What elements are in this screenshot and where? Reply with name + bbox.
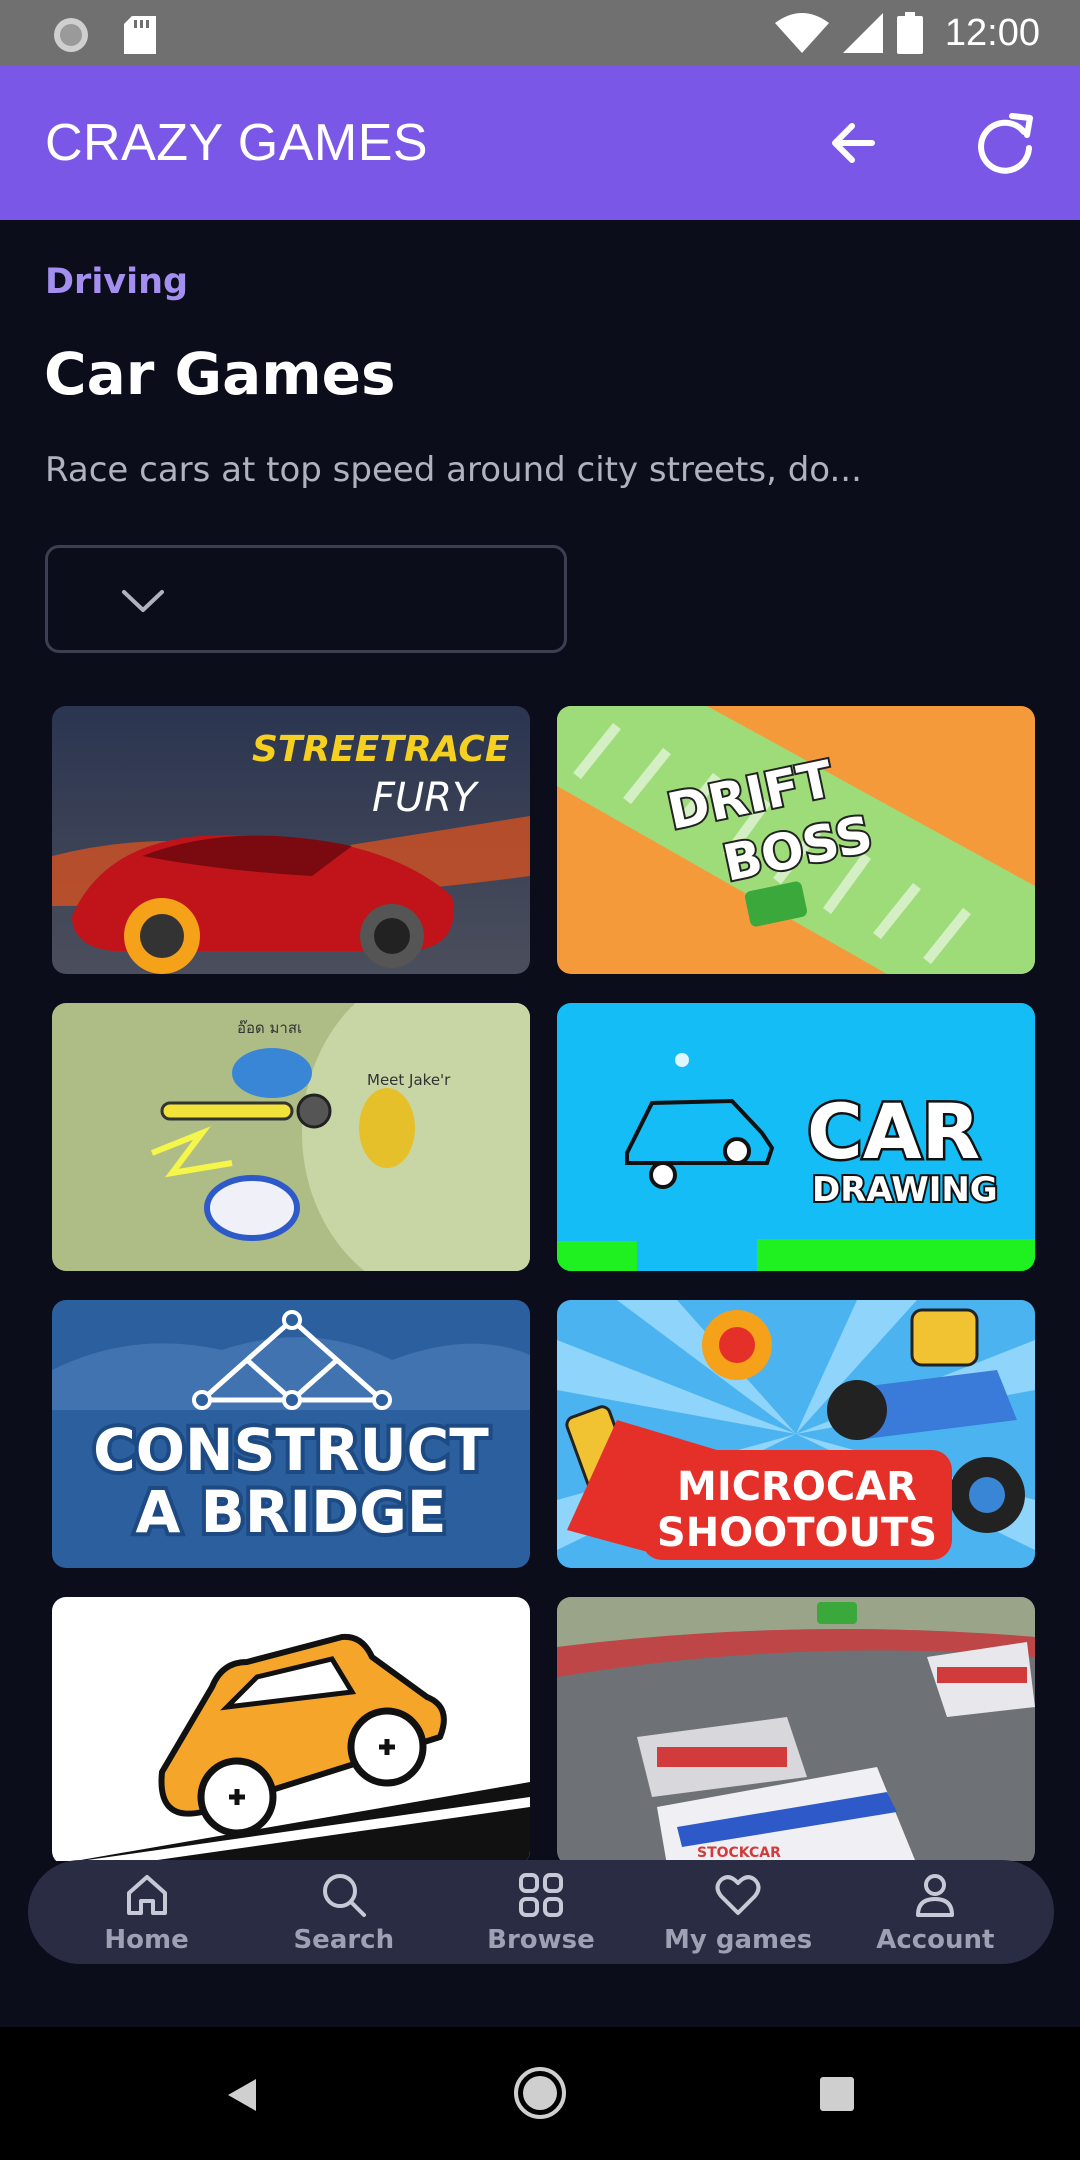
bottom-nav: Home Search Browse My games Account bbox=[28, 1860, 1054, 1964]
nav-account[interactable]: Account bbox=[840, 1869, 1030, 1955]
drawing-art-text: DRAWING bbox=[812, 1170, 998, 1210]
chevron-down-icon bbox=[122, 590, 164, 612]
a-bridge-art-text: A BRIDGE bbox=[136, 1478, 447, 1546]
person-icon bbox=[916, 1874, 955, 1917]
refresh-button[interactable] bbox=[970, 110, 1040, 176]
heart-icon bbox=[715, 1875, 761, 1915]
system-back-icon[interactable] bbox=[222, 2075, 262, 2115]
player-name-1: อ๊อด มาสเ bbox=[237, 1019, 302, 1037]
game-thumbnail bbox=[52, 1597, 530, 1861]
game-tile-car-drawing[interactable]: CAR DRAWING bbox=[557, 1003, 1035, 1271]
arrow-back-icon bbox=[832, 123, 875, 163]
game-thumbnail: STOCKCAR bbox=[557, 1597, 1035, 1861]
game-tile-racing-cars[interactable]: STOCKCAR bbox=[557, 1597, 1035, 1861]
player-name-2: Meet Jake'r bbox=[367, 1071, 451, 1089]
fury-art-text: FURY bbox=[372, 775, 480, 821]
game-tile-streetrace-fury[interactable]: STREETRACE FURY bbox=[52, 706, 530, 974]
back-button[interactable] bbox=[820, 110, 886, 176]
sync-icon bbox=[54, 18, 88, 52]
nav-search[interactable]: Search bbox=[249, 1869, 439, 1955]
signal-icon bbox=[842, 13, 883, 53]
system-home-icon[interactable] bbox=[512, 2065, 568, 2121]
category-description: Race cars at top speed around city stree… bbox=[45, 450, 862, 490]
page-title: Car Games bbox=[44, 340, 396, 408]
grid-icon bbox=[518, 1873, 563, 1917]
game-tile-draw-car[interactable] bbox=[52, 1597, 530, 1861]
nav-home-label: Home bbox=[104, 1925, 189, 1955]
game-thumbnail: CAR DRAWING bbox=[557, 1003, 1035, 1271]
category-link[interactable]: Driving bbox=[45, 262, 188, 302]
system-recents-icon[interactable] bbox=[818, 2075, 856, 2113]
game-thumbnail: MICROCAR SHOOTOUTS bbox=[557, 1300, 1035, 1568]
nav-home[interactable]: Home bbox=[52, 1869, 242, 1955]
nav-browse-label: Browse bbox=[487, 1925, 595, 1955]
game-tile-drift-boss[interactable]: DRIFT BOSS bbox=[557, 706, 1035, 974]
battery-icon bbox=[896, 12, 923, 54]
streetrace-art-text: STREETRACE bbox=[252, 729, 510, 770]
app-bar: CRAZY GAMES bbox=[0, 66, 1080, 220]
home-icon bbox=[126, 1875, 167, 1915]
wifi-icon bbox=[774, 13, 829, 53]
game-tile-bumper-cars[interactable]: อ๊อด มาสเ Meet Jake'r bbox=[52, 1003, 530, 1271]
game-thumbnail: CONSTRUCT A BRIDGE bbox=[52, 1300, 530, 1568]
microcar-art-text: MICROCAR bbox=[677, 1464, 917, 1510]
refresh-icon bbox=[978, 113, 1033, 174]
games-grid: STREETRACE FURY DRIFT BOSS อ๊อด มาสเ Mee… bbox=[52, 706, 1035, 1861]
nav-my-games[interactable]: My games bbox=[643, 1869, 833, 1955]
system-nav-bar bbox=[0, 2027, 1080, 2160]
construct-art-text: CONSTRUCT bbox=[93, 1416, 489, 1484]
game-tile-construct-a-bridge[interactable]: CONSTRUCT A BRIDGE bbox=[52, 1300, 530, 1568]
game-thumbnail: อ๊อด มาสเ Meet Jake'r bbox=[52, 1003, 530, 1271]
sort-dropdown[interactable] bbox=[45, 545, 567, 653]
game-thumbnail: STREETRACE FURY bbox=[52, 706, 530, 974]
sd-card-icon bbox=[124, 16, 156, 54]
car-art-text: CAR bbox=[807, 1087, 980, 1176]
nav-browse[interactable]: Browse bbox=[446, 1869, 636, 1955]
status-time: 12:00 bbox=[944, 11, 1040, 54]
status-bar: 12:00 bbox=[0, 0, 1080, 66]
nav-my-games-label: My games bbox=[664, 1925, 813, 1955]
search-icon bbox=[322, 1874, 366, 1917]
stockcar-art-text: STOCKCAR bbox=[697, 1845, 781, 1861]
app-title: CRAZY GAMES bbox=[45, 114, 429, 172]
game-tile-microcar-shootouts[interactable]: MICROCAR SHOOTOUTS bbox=[557, 1300, 1035, 1568]
nav-search-label: Search bbox=[293, 1925, 395, 1955]
shootouts-art-text: SHOOTOUTS bbox=[657, 1510, 937, 1556]
nav-account-label: Account bbox=[876, 1925, 995, 1955]
game-thumbnail: DRIFT BOSS bbox=[557, 706, 1035, 974]
